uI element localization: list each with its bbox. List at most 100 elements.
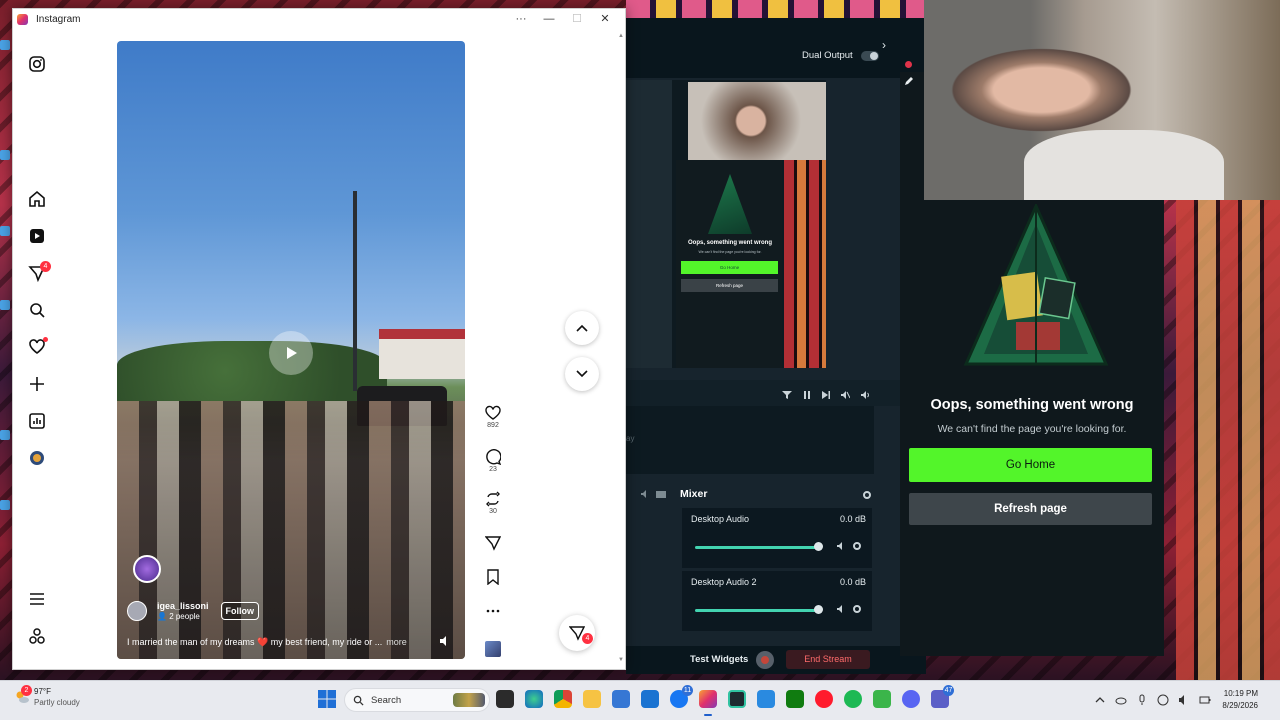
author-username[interactable]: igea_lissoni — [157, 601, 209, 611]
weather-widget[interactable]: 2 97°F Partly cloudy — [14, 685, 80, 707]
file-explorer-icon[interactable] — [496, 690, 514, 708]
record-button[interactable] — [756, 651, 774, 669]
collapse-arrow-icon[interactable]: › — [882, 38, 886, 52]
channel-db: 0.0 dB — [839, 577, 866, 587]
more-options-button[interactable]: ··· — [507, 9, 535, 29]
caption-more-link[interactable]: more — [386, 637, 407, 647]
chevron-down-icon — [576, 370, 588, 378]
notifications-heart-icon[interactable] — [27, 337, 48, 357]
author-avatar[interactable] — [127, 601, 147, 621]
skip-next-icon[interactable] — [821, 387, 831, 399]
collab-people[interactable]: 👤 2 people — [157, 612, 209, 621]
close-button[interactable]: ✕ — [591, 9, 619, 29]
chrome-icon[interactable] — [554, 690, 572, 708]
network-icon[interactable] — [1157, 693, 1169, 706]
volume-icon[interactable] — [1178, 693, 1190, 705]
comment-action[interactable]: 23 — [475, 449, 511, 473]
search-label: Search — [371, 694, 402, 706]
dual-output-toggle[interactable] — [860, 50, 879, 61]
spotify-icon[interactable] — [844, 690, 862, 708]
scroll-up-arrow-icon[interactable]: ▲ — [618, 33, 624, 39]
home-icon[interactable] — [27, 189, 47, 209]
audio-thumbnail[interactable] — [485, 641, 501, 657]
mixer-settings-gear-icon[interactable] — [862, 490, 872, 500]
play-button[interactable] — [269, 331, 313, 375]
volume-slider-track[interactable] — [695, 609, 817, 612]
scroll-down-arrow-icon[interactable]: ▼ — [618, 657, 624, 663]
dashboard-icon[interactable] — [27, 411, 47, 431]
menu-icon[interactable] — [27, 589, 47, 609]
minimize-button[interactable]: — — [535, 9, 563, 29]
onedrive-icon[interactable] — [757, 690, 775, 708]
window-scrollbar[interactable]: ▲ ▼ — [617, 29, 625, 669]
taskbar-search[interactable]: Search — [344, 688, 490, 712]
profile-avatar-icon[interactable] — [27, 448, 47, 468]
share-action[interactable] — [475, 535, 511, 551]
follow-button[interactable]: Follow — [220, 602, 260, 620]
refresh-page-button[interactable]: Refresh page — [909, 493, 1152, 525]
streamlabs-icon[interactable] — [728, 690, 746, 708]
store-icon[interactable] — [612, 690, 630, 708]
play-icon — [287, 347, 297, 359]
reel-caption[interactable]: I married the man of my dreams ❤️ my bes… — [127, 637, 407, 648]
instagram-sidebar: 4 — [13, 29, 61, 669]
weather-condition: Partly cloudy — [34, 698, 80, 707]
create-plus-icon[interactable] — [27, 374, 47, 394]
teams-icon[interactable]: 47 — [931, 685, 954, 708]
repost-action[interactable]: 30 — [475, 491, 511, 515]
messages-icon[interactable]: 4 — [27, 261, 51, 283]
previous-reel-button[interactable] — [565, 311, 599, 345]
facebook-icon[interactable]: 11 — [670, 685, 693, 708]
discord-icon[interactable] — [902, 690, 920, 708]
pause-icon[interactable] — [802, 387, 812, 399]
edit-pencil-icon[interactable] — [904, 76, 914, 86]
end-stream-button[interactable]: End Stream — [786, 650, 870, 669]
folder-icon[interactable] — [583, 690, 601, 708]
desktop-icon[interactable] — [0, 430, 10, 440]
volume-slider-handle[interactable] — [814, 542, 823, 551]
reel-video[interactable]: igea_lissoni 👤 2 people Follow I married… — [117, 41, 465, 659]
desktop-icon[interactable] — [0, 40, 10, 50]
volume-slider-track[interactable] — [695, 546, 817, 549]
edge-icon[interactable] — [525, 690, 543, 708]
messages-floating-button[interactable]: 4 — [559, 615, 595, 651]
desktop-icon[interactable] — [0, 226, 10, 236]
speaker-icon[interactable] — [836, 604, 846, 614]
desktop-icon[interactable] — [0, 150, 10, 160]
mute-icon[interactable] — [439, 635, 451, 647]
instagram-logo-icon[interactable] — [27, 54, 47, 74]
go-home-button[interactable]: Go Home — [909, 448, 1152, 482]
channel-settings-icon[interactable] — [852, 604, 862, 614]
taskbar-clock[interactable]: 10:19 PM 8/29/2026 — [1212, 689, 1258, 710]
mute-icon[interactable] — [840, 387, 851, 399]
test-widgets-button[interactable]: Test Widgets — [690, 654, 748, 665]
game-icon[interactable] — [873, 690, 891, 708]
audio-avatar[interactable] — [133, 555, 161, 583]
outlook-icon[interactable] — [641, 690, 659, 708]
dual-output-toggle-group[interactable]: Dual Output — [802, 50, 879, 61]
search-icon[interactable] — [27, 300, 47, 320]
start-windows-icon[interactable] — [318, 690, 336, 708]
filter-icon[interactable] — [782, 387, 792, 399]
reels-icon[interactable] — [27, 226, 47, 246]
instagram-icon[interactable] — [699, 690, 717, 716]
desktop-icon[interactable] — [0, 500, 10, 510]
chevron-up-icon[interactable] — [1094, 693, 1106, 705]
volume-icon[interactable] — [860, 387, 870, 399]
also-from-meta-icon[interactable] — [27, 626, 47, 646]
maximize-button[interactable]: ☐ — [563, 9, 591, 29]
cloud-icon[interactable] — [1115, 693, 1127, 705]
search-icon — [353, 695, 364, 706]
desktop-icon[interactable] — [0, 300, 10, 310]
xbox-icon[interactable] — [786, 690, 804, 708]
more-action[interactable] — [475, 603, 511, 619]
microphone-icon[interactable] — [1136, 693, 1148, 705]
channel-settings-icon[interactable] — [852, 541, 862, 551]
volume-slider-handle[interactable] — [814, 605, 823, 614]
speaker-icon[interactable] — [836, 541, 846, 551]
opera-icon[interactable] — [815, 690, 833, 708]
next-reel-button[interactable] — [565, 357, 599, 391]
like-action[interactable]: 892 — [475, 405, 511, 429]
battery-icon[interactable] — [1199, 693, 1211, 705]
save-action[interactable] — [475, 569, 511, 585]
